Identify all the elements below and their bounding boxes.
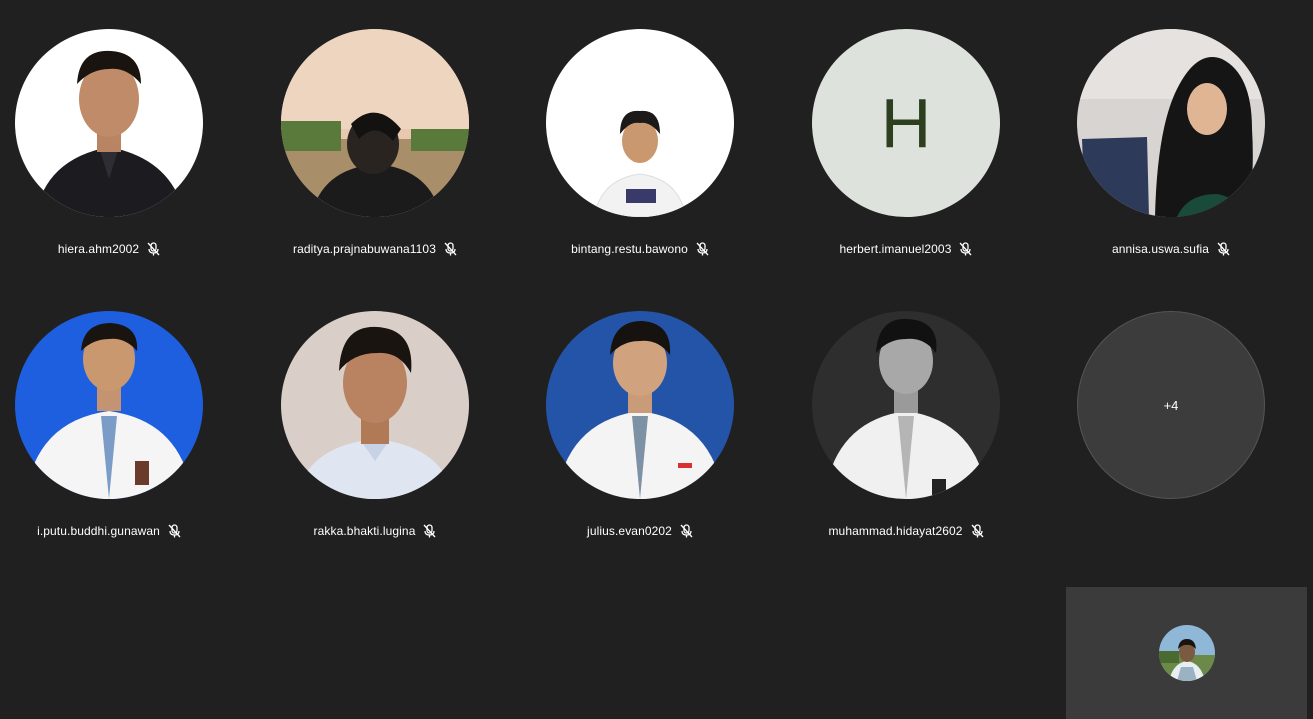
mic-off-icon (168, 524, 181, 538)
participant-name: hiera.ahm2002 (57, 242, 140, 256)
participant-nameplate: rakka.bhakti.lugina (242, 522, 508, 540)
participant-nameplate: hiera.ahm2002 (0, 240, 242, 258)
participant-tile[interactable]: raditya.prajnabuwana1103 (242, 0, 508, 280)
participant-avatar (546, 29, 734, 217)
participant-tile[interactable]: rakka.bhakti.lugina (242, 282, 508, 562)
mic-off-icon (959, 242, 972, 256)
initial-avatar: H (812, 29, 1000, 217)
participant-avatar (1077, 29, 1265, 217)
participant-avatar (15, 311, 203, 499)
mic-off-icon (423, 524, 436, 538)
participant-avatar (15, 29, 203, 217)
participant-tile[interactable]: i.putu.buddhi.gunawan (0, 282, 242, 562)
more-participants-button[interactable]: +4 (1077, 311, 1265, 499)
participant-tile[interactable]: julius.evan0202 (507, 282, 773, 562)
participant-nameplate: annisa.uswa.sufia (1038, 240, 1304, 258)
participant-name: annisa.uswa.sufia (1111, 242, 1210, 256)
mic-off-icon (1217, 242, 1230, 256)
participant-avatar (281, 29, 469, 217)
mic-off-icon (147, 242, 160, 256)
participant-tile[interactable]: bintang.restu.bawono (507, 0, 773, 280)
participant-nameplate: herbert.imanuel2003 (773, 240, 1039, 258)
self-avatar (1159, 625, 1215, 681)
overflow-tile[interactable]: +4 (1038, 282, 1304, 562)
participant-nameplate: i.putu.buddhi.gunawan (0, 522, 242, 540)
participant-nameplate: muhammad.hidayat2602 (773, 522, 1039, 540)
participant-name: i.putu.buddhi.gunawan (37, 524, 160, 538)
participant-name: rakka.bhakti.lugina (313, 524, 416, 538)
self-view-tile[interactable] (1066, 587, 1307, 719)
participant-tile[interactable]: hiera.ahm2002 (0, 0, 242, 280)
participant-name: bintang.restu.bawono (571, 242, 688, 256)
participant-name: muhammad.hidayat2602 (828, 524, 963, 538)
participant-tile[interactable]: H herbert.imanuel2003 (773, 0, 1039, 280)
participant-name: raditya.prajnabuwana1103 (293, 242, 436, 256)
participant-nameplate: julius.evan0202 (507, 522, 773, 540)
participant-name: herbert.imanuel2003 (839, 242, 952, 256)
mic-off-icon (444, 242, 457, 256)
participant-name: julius.evan0202 (587, 524, 672, 538)
participant-nameplate: raditya.prajnabuwana1103 (242, 240, 508, 258)
participant-nameplate: bintang.restu.bawono (507, 240, 773, 258)
mic-off-icon (680, 524, 693, 538)
mic-off-icon (696, 242, 709, 256)
mic-off-icon (971, 524, 984, 538)
participant-avatar (546, 311, 734, 499)
participant-avatar (281, 311, 469, 499)
participant-tile[interactable]: muhammad.hidayat2602 (773, 282, 1039, 562)
participant-tile[interactable]: annisa.uswa.sufia (1038, 0, 1304, 280)
meeting-participant-grid: hiera.ahm2002 raditya.prajnabuwana1103 b… (0, 0, 1313, 719)
participant-avatar (812, 311, 1000, 499)
